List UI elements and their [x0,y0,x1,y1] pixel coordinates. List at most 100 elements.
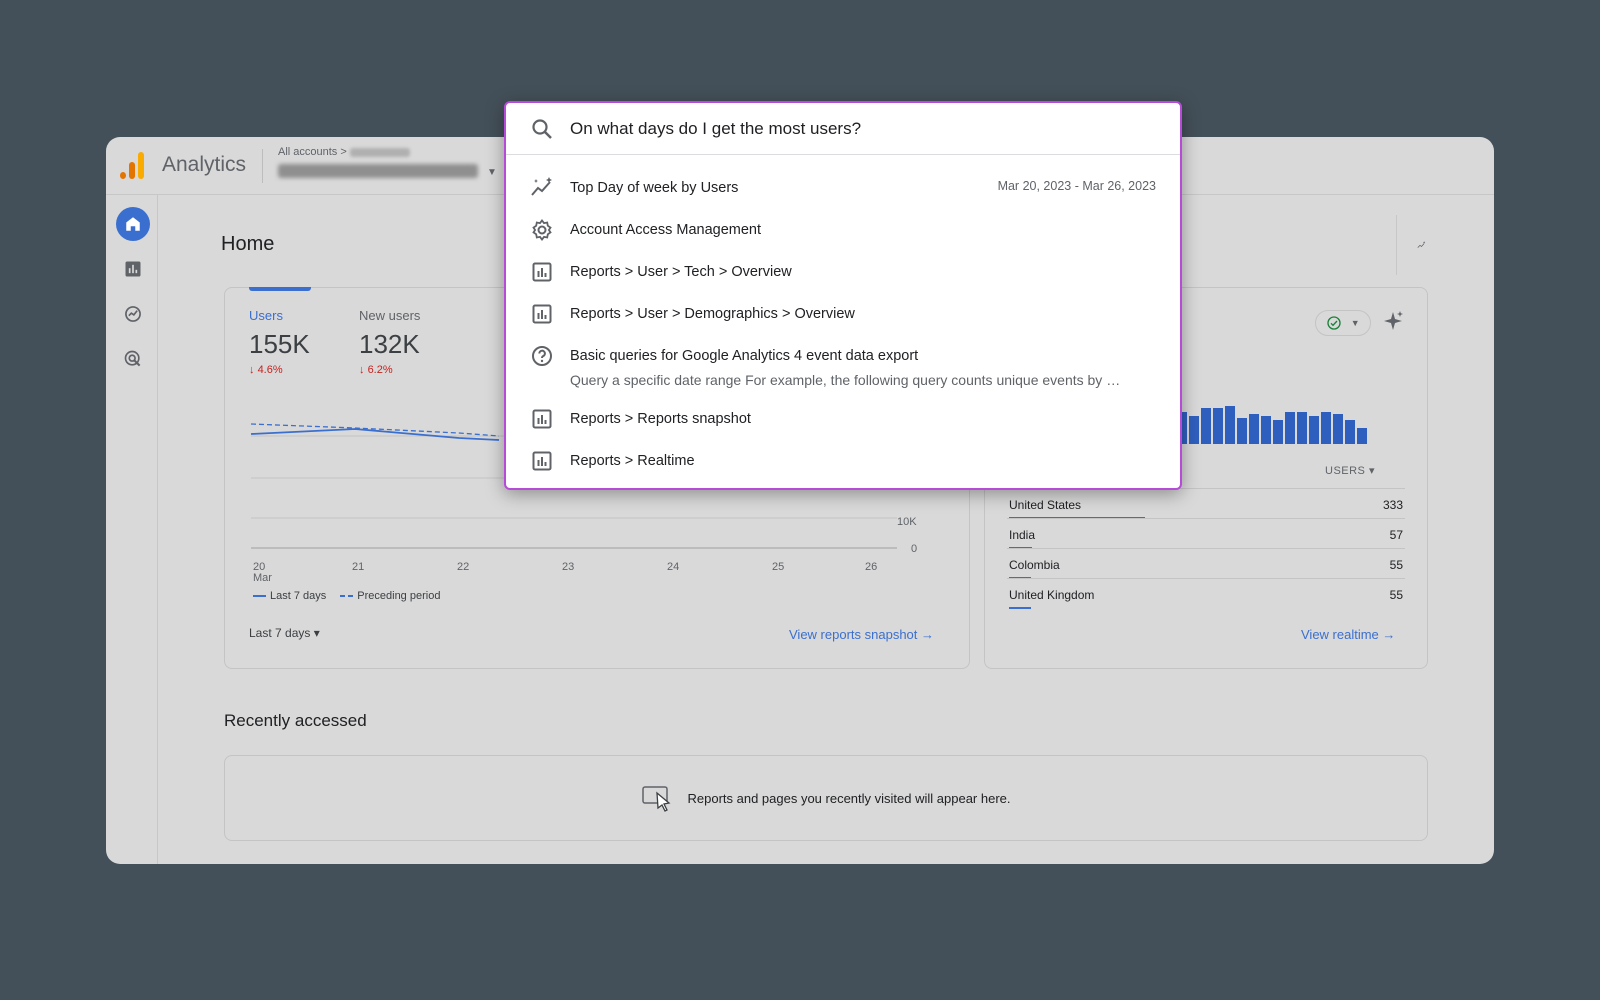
x-tick: 26 [865,561,878,573]
caret-down-icon[interactable]: ▼ [487,167,497,178]
metric-delta: ↓ 4.6% [249,364,310,376]
realtime-bar [1345,420,1355,444]
nav-advertising[interactable] [116,342,150,376]
link-label: View realtime [1301,627,1379,642]
result-snippet: Query a specific date range For example,… [570,372,1121,388]
realtime-bar [1297,412,1307,444]
view-reports-snapshot-link[interactable]: View reports snapshot → [789,627,934,642]
help-icon [532,346,552,366]
search-result[interactable]: Basic queries for Google Analytics 4 eve… [506,335,1180,397]
breadcrumb[interactable]: All accounts > [278,146,410,158]
report-icon [532,409,552,429]
caret-down-icon: ▼ [1350,318,1360,328]
country-users: 333 [1382,498,1403,512]
x-tick: 25 [772,561,785,573]
x-tick: 21 [352,561,365,573]
country-users: 55 [1389,558,1403,572]
blurred-account [349,147,410,157]
breadcrumb-separator: > [340,146,347,158]
metric-users[interactable]: Users 155K ↓ 4.6% [249,308,310,376]
search-result[interactable]: Reports > Realtime [506,440,1180,482]
realtime-bar [1201,408,1211,444]
realtime-bar [1237,418,1247,444]
insights-icon [531,177,552,196]
realtime-bar [1309,416,1319,444]
realtime-bar-chart [1177,404,1367,444]
country-name: United Kingdom [1009,588,1095,602]
share-bar [1009,607,1031,609]
x-tick: 24 [667,561,680,573]
search-result[interactable]: Reports > Reports snapshot [506,398,1180,440]
nav-home[interactable] [116,207,150,241]
realtime-bar [1249,414,1259,444]
realtime-row: India 57 [1007,518,1405,549]
legend-label: Preceding period [357,590,441,602]
result-title: Account Access Management [570,222,762,238]
realtime-status-chip[interactable]: ▼ [1315,310,1371,336]
caret-down-icon: ▾ [313,626,320,640]
search-icon [532,119,552,139]
realtime-bar [1225,406,1235,444]
sparkle-icon[interactable] [1381,310,1405,334]
date-range-dropdown[interactable]: Last 7 days ▾ [249,626,320,640]
search-result[interactable]: Reports > User > Tech > Overview [506,251,1180,293]
country-users: 55 [1389,588,1403,602]
recently-accessed-empty: Reports and pages you recently visited w… [224,755,1428,841]
search-result[interactable]: Reports > User > Demographics > Overview [506,293,1180,335]
result-title: Top Day of week by Users [570,180,739,196]
users-column-header[interactable]: USERS ▾ [1325,464,1375,477]
analytics-logo[interactable] [120,151,146,179]
search-result[interactable]: Top Day of week by Users Mar 20, 2023 - … [506,167,1180,209]
arrow-down-icon: ↓ [249,364,258,376]
arrow-right-icon: → [1382,627,1396,642]
realtime-bar [1213,408,1223,444]
search-result[interactable]: Account Access Management [506,209,1180,251]
link-label: View reports snapshot [789,627,918,642]
page-title: Home [221,233,275,255]
recently-accessed-title: Recently accessed [224,711,367,730]
realtime-bar [1333,414,1343,444]
breadcrumb-all-accounts[interactable]: All accounts [278,146,337,158]
result-title: Reports > User > Tech > Overview [570,264,792,280]
realtime-bar [1285,412,1295,444]
country-name: India [1009,528,1036,542]
realtime-bar [1273,420,1283,444]
metric-value: 155K [249,329,310,359]
legend-label: Last 7 days [270,590,327,602]
chart-legend: Last 7 days Preceding period [253,590,440,602]
report-icon [532,304,552,324]
metric-new-users[interactable]: New users 132K ↓ 6.2% [359,308,420,376]
realtime-bar [1261,416,1271,444]
check-circle-icon [1327,316,1341,330]
report-icon [532,262,552,282]
report-icon [532,451,552,471]
column-header-label: USERS [1325,465,1366,477]
caret-down-icon: ▾ [1368,465,1375,477]
nav-explore[interactable] [116,297,150,331]
view-realtime-link[interactable]: View realtime → [1301,627,1395,642]
realtime-row: Colombia 55 [1007,548,1405,579]
divider [262,149,263,183]
gear-icon [532,219,552,241]
realtime-row: United States 333 [1007,488,1405,519]
legend-last-7-days: Last 7 days [253,590,326,602]
legend-preceding-period: Preceding period [340,590,440,602]
search-bar [506,103,1180,155]
x-tick: 23 [562,561,575,573]
country-users: 57 [1389,528,1403,542]
result-date-range: Mar 20, 2023 - Mar 26, 2023 [997,179,1156,193]
explore-icon [125,306,141,322]
arrow-right-icon: → [921,627,935,642]
country-name: United States [1009,498,1082,512]
search-input[interactable] [570,113,1150,145]
result-title: Reports > Reports snapshot [570,411,751,427]
app-name: Analytics [162,153,247,176]
result-title: Reports > User > Demographics > Overview [570,306,855,322]
account-selector[interactable] [278,164,478,178]
y-tick: 0 [911,543,918,555]
cursor-window-icon [642,786,671,812]
metric-label: Users [249,308,283,323]
insights-button[interactable] [1396,215,1426,275]
realtime-row: United Kingdom 55 [1007,578,1405,609]
nav-reports[interactable] [116,252,150,286]
